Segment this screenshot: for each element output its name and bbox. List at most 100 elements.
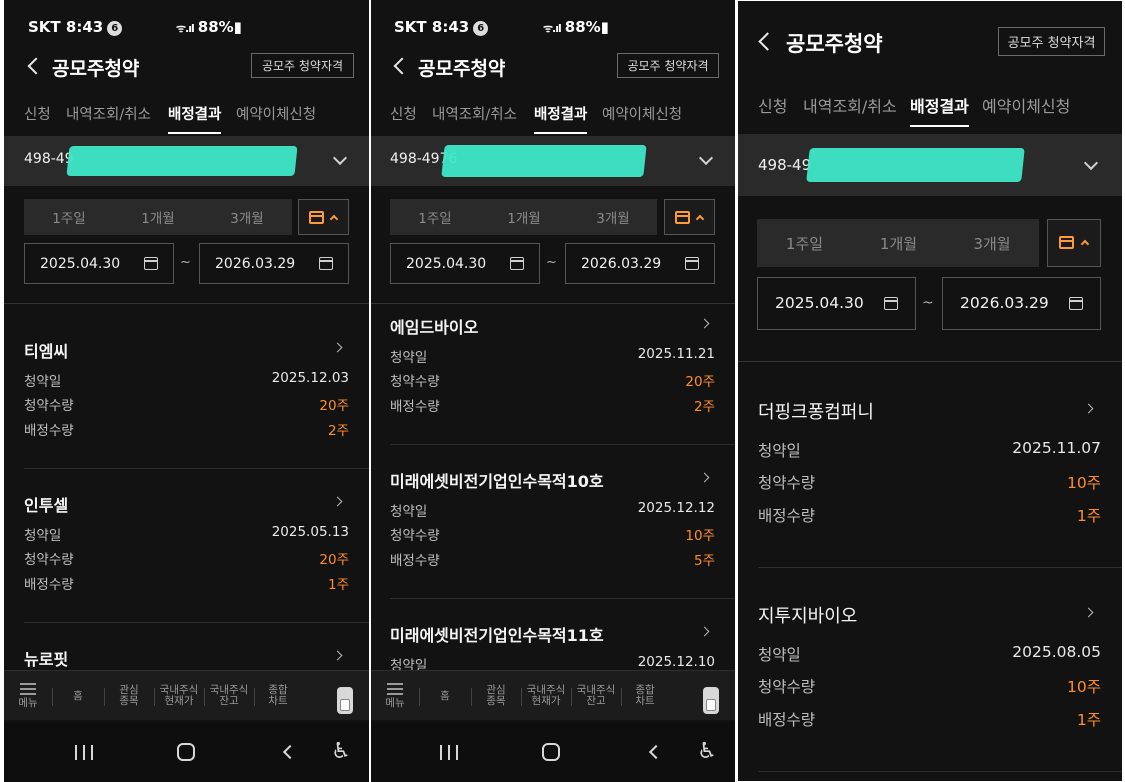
period-selector: 1주일 1개월 3개월 [24,199,292,235]
calendar-icon [309,211,324,224]
nav-balance[interactable]: 국내주식 잔고 [204,671,254,721]
allot-qty: 1주 [1076,711,1101,729]
range-separator: ~ [180,255,191,270]
accessibility-icon[interactable]: ♿︎ [682,722,732,782]
end-date-field[interactable]: 2026.03.29 [199,243,349,284]
back-icon[interactable] [27,57,45,75]
start-date-field[interactable]: 2025.04.30 [757,277,916,330]
nav-home[interactable]: 홈 [419,671,471,721]
start-date-field[interactable]: 2025.04.30 [390,243,540,284]
subscribe-date: 2025.05.13 [271,524,349,540]
period-3-months[interactable]: 3개월 [568,199,658,235]
tab-allotment-result[interactable]: 배정결과 [168,103,222,134]
calendar-toggle-button[interactable] [1047,219,1101,267]
chevron-right-icon [332,342,343,353]
chevron-right-icon [699,472,710,483]
chevron-down-icon[interactable] [1083,155,1099,171]
start-date-field[interactable]: 2025.04.30 [24,243,174,284]
period-1-month[interactable]: 1개월 [479,199,569,235]
period-3-months[interactable]: 3개월 [945,219,1039,267]
tab-history[interactable]: 내역조회/취소 [432,103,517,124]
home-icon[interactable] [521,722,581,782]
account-selector[interactable]: 498-49 [738,134,1122,196]
tab-history[interactable]: 내역조회/취소 [803,93,897,117]
allotment-card[interactable]: 뉴로핏 [4,638,369,669]
nav-current-price[interactable]: 국내주식 현재가 [154,671,204,721]
account-number: 498-49 [758,156,812,174]
carrier-time: SKT 8:43 [394,18,470,36]
calendar-toggle-button[interactable] [664,199,715,235]
chevron-right-icon [332,650,343,661]
nav-menu[interactable]: 메뉴 [4,671,52,721]
subscribe-qty: 20주 [685,374,715,390]
back-icon[interactable] [626,722,686,782]
back-icon[interactable] [758,32,777,51]
notification-badge: 6 [107,21,123,36]
allotment-card[interactable]: 미래에셋비전기업인수목적11호 청약일 2025.12.10 [371,614,735,674]
ipo-qualification-button[interactable]: 공모주 청약자격 [251,53,354,78]
allotment-card[interactable]: 티엠씨 청약일 2025.12.03 청약수량 20주 배정수량 2주 [4,330,369,460]
allotment-card[interactable]: 미래에셋비전기업인수목적10호 청약일 2025.12.12 청약수량 10주 배정… [371,460,735,590]
allotment-card[interactable]: 더핑크퐁컴퍼니 청약일 2025.11.07 청약수량 10주 배정수량 1주 [738,393,1122,543]
recent-apps-icon[interactable] [419,722,479,782]
tab-apply[interactable]: 신청 [24,103,51,124]
tab-allotment-result[interactable]: 배정결과 [910,93,969,127]
company-name: 에임드바이오 [390,318,479,337]
period-1-week[interactable]: 1주일 [24,199,114,235]
company-name: 지투지바이오 [758,606,858,627]
mode-toggle-icon[interactable] [703,687,719,714]
nav-home[interactable]: 홈 [52,671,104,721]
screen-panel-3: 공모주청약 공모주 청약자격 신청 내역조회/취소 배정결과 예약이체신청 49… [738,1,1122,781]
tab-allotment-result[interactable]: 배정결과 [534,103,588,134]
nav-watchlist[interactable]: 관심 종목 [471,671,521,721]
allotment-card[interactable]: 지투지바이오 청약일 2025.08.05 청약수량 10주 배정수량 1주 [738,597,1122,747]
chevron-down-icon[interactable] [332,150,348,166]
back-icon[interactable] [260,722,320,782]
allotment-card[interactable]: 인투셀 청약일 2025.05.13 청약수량 20주 배정수량 1주 [4,484,369,614]
allot-qty: 2주 [327,423,349,439]
account-selector[interactable]: 498-4976 [371,136,735,186]
nav-current-price[interactable]: 국내주식 현재가 [521,671,571,721]
calendar-toggle-button[interactable] [298,199,349,235]
nav-chart[interactable]: 종합 차트 [621,671,669,721]
tab-apply[interactable]: 신청 [390,103,417,124]
app-header: 공모주청약 공모주 청약자격 [371,46,735,86]
ipo-qualification-button[interactable]: 공모주 청약자격 [998,27,1105,56]
tab-reserved-transfer[interactable]: 예약이체신청 [982,93,1070,117]
home-icon[interactable] [156,722,216,782]
nav-menu[interactable]: 메뉴 [371,671,419,721]
account-selector[interactable]: 498-49 [4,136,369,186]
calendar-icon [144,257,158,270]
mode-toggle-icon[interactable] [337,687,353,714]
calendar-icon [1069,297,1083,310]
end-date-field[interactable]: 2026.03.29 [565,243,715,284]
nav-watchlist[interactable]: 관심 종목 [104,671,154,721]
nav-balance[interactable]: 국내주식 잔고 [571,671,621,721]
redaction-mask [806,148,1025,182]
tab-apply[interactable]: 신청 [758,93,787,117]
signal-icon: ᯤ.ıl [176,22,195,35]
period-1-month[interactable]: 1개월 [113,199,203,235]
app-header: 공모주청약 공모주 청약자격 [4,46,369,86]
nav-chart[interactable]: 종합 차트 [254,671,302,721]
allotment-card[interactable]: 에임드바이오 청약일 2025.11.21 청약수량 20주 배정수량 2주 [371,306,735,436]
tab-history[interactable]: 내역조회/취소 [66,103,151,124]
chevron-down-icon[interactable] [698,150,714,166]
period-1-month[interactable]: 1개월 [851,219,946,267]
chevron-up-icon [329,214,339,224]
accessibility-icon[interactable]: ♿︎ [316,722,366,782]
period-3-months[interactable]: 3개월 [202,199,292,235]
signal-icon: ᯤ.ıl [543,22,562,35]
tab-reserved-transfer[interactable]: 예약이체신청 [236,103,316,124]
recent-apps-icon[interactable] [54,722,114,782]
battery-indicator: 88%▮ [564,18,609,36]
subscribe-qty: 20주 [319,552,349,568]
bottom-nav: 메뉴 홈 관심 종목 국내주식 현재가 국내주식 잔고 종합 차트 [4,670,369,720]
ipo-qualification-button[interactable]: 공모주 청약자격 [617,53,719,78]
period-1-week[interactable]: 1주일 [390,199,480,235]
end-date-field[interactable]: 2026.03.29 [942,277,1101,330]
period-1-week[interactable]: 1주일 [757,219,852,267]
back-icon[interactable] [393,57,411,75]
tab-reserved-transfer[interactable]: 예약이체신청 [602,103,682,124]
page-title: 공모주청약 [52,58,140,80]
